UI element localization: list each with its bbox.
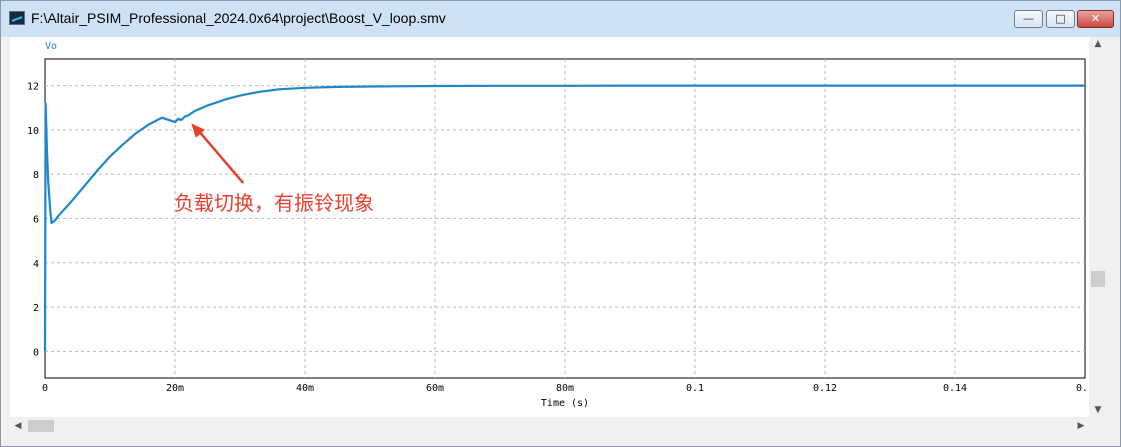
y-tick-label: 12 xyxy=(27,82,39,93)
scroll-down-icon[interactable]: ▼ xyxy=(1089,403,1107,417)
window-title: F:\Altair_PSIM_Professional_2024.0x64\pr… xyxy=(31,10,446,26)
simview-app-icon xyxy=(9,11,25,25)
maximize-button[interactable]: □ xyxy=(1046,10,1075,28)
waveform-chart[interactable]: 0 2 4 6 8 10 12 0 20m 40m 60m 80m 0.1 0.12 0.14 0.1 Time… xyxy=(10,37,1094,417)
x-tick-label: 0 xyxy=(42,383,48,394)
vertical-scroll-thumb[interactable] xyxy=(1091,271,1105,287)
x-tick-label: 0.12 xyxy=(813,383,837,394)
y-tick-label: 10 xyxy=(27,126,39,137)
scroll-right-icon[interactable]: ▶ xyxy=(1073,417,1089,435)
x-tick-label: 0.1 xyxy=(1076,383,1089,394)
y-tick-label: 4 xyxy=(33,259,39,270)
y-tick-label: 2 xyxy=(33,303,39,314)
x-tick-label: 40m xyxy=(296,383,314,394)
annotation-arrow-shaft xyxy=(196,128,245,184)
plot-area[interactable]: 0 2 4 6 8 10 12 0 20m 40m 60m 80m 0.1 0.12 0.14 0.1 Time… xyxy=(10,37,1094,417)
x-tick-label: 0.1 xyxy=(686,383,704,394)
x-tick-label: 60m xyxy=(426,383,444,394)
scroll-up-icon[interactable]: ▲ xyxy=(1089,37,1107,51)
x-tick-label: 20m xyxy=(166,383,184,394)
minimize-button[interactable]: — xyxy=(1014,10,1043,28)
horizontal-scroll-thumb[interactable] xyxy=(28,420,54,432)
title-bar[interactable]: F:\Altair_PSIM_Professional_2024.0x64\pr… xyxy=(1,1,1120,37)
x-axis-label: Time (s) xyxy=(541,398,589,409)
trace-legend-label: Vo xyxy=(45,41,57,52)
psim-simview-window: F:\Altair_PSIM_Professional_2024.0x64\pr… xyxy=(0,0,1121,447)
close-button[interactable]: ✕ xyxy=(1077,10,1114,28)
y-tick-label: 8 xyxy=(33,170,39,181)
vertical-scrollbar[interactable]: ▲ ▼ xyxy=(1089,37,1107,417)
y-tick-label: 6 xyxy=(33,215,39,226)
y-tick-label: 0 xyxy=(33,347,39,358)
scroll-left-icon[interactable]: ◀ xyxy=(10,417,26,435)
x-tick-label: 80m xyxy=(556,383,574,394)
x-tick-label: 0.14 xyxy=(943,383,967,394)
horizontal-scrollbar[interactable]: ◀ ▶ xyxy=(10,417,1089,435)
annotation-text: 负载切换，有振铃现象 xyxy=(174,191,374,215)
